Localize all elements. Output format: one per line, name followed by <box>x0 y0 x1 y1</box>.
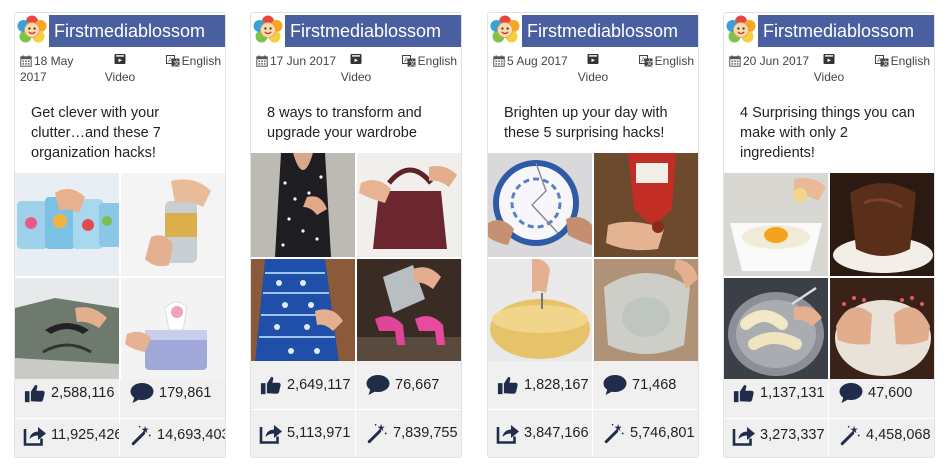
comments-stat: 179,861 <box>129 371 225 415</box>
comment-icon <box>838 382 864 404</box>
thumbnail-grid[interactable] <box>251 153 461 363</box>
language: English <box>639 53 694 69</box>
video-card[interactable]: Firstmediablossom 18 May 2017 Video Engl… <box>14 12 226 458</box>
thumbnail-grid[interactable] <box>15 173 225 381</box>
card-meta: 17 Jun 2017 Video English <box>251 49 461 97</box>
shares-stat: 11,925,426 <box>23 413 119 457</box>
video-icon <box>350 53 362 65</box>
stats-panel: 1,828,167 71,468 3,847,166 5,746,801 <box>488 361 698 457</box>
thumbnail-broken-plate <box>488 153 592 257</box>
stats-divider <box>488 409 698 410</box>
thumbnail-hangers <box>15 278 119 381</box>
card-header: Firstmediablossom <box>251 13 461 47</box>
like-icon <box>259 374 283 396</box>
brand-name[interactable]: Firstmediablossom <box>285 15 461 47</box>
comments-stat: 47,600 <box>838 371 934 415</box>
thumbnail-ziplock-bags <box>15 173 119 276</box>
engagement-stat: 5,746,801 <box>602 411 698 455</box>
video-card[interactable]: Firstmediablossom 20 Jun 2017 Video Engl… <box>723 12 935 458</box>
stats-panel: 1,137,131 47,600 3,273,337 4,458,068 <box>724 379 934 457</box>
share-icon <box>259 422 283 444</box>
stats-panel: 2,588,116 179,861 11,925,426 14,693,403 <box>15 379 225 457</box>
card-meta: 20 Jun 2017 Video English <box>724 49 934 97</box>
video-card[interactable]: Firstmediablossom 5 Aug 2017 Video Engli… <box>487 12 699 458</box>
comment-icon <box>365 374 391 396</box>
flower-logo-icon <box>726 15 756 45</box>
card-header: Firstmediablossom <box>724 13 934 47</box>
card-meta: 5 Aug 2017 Video English <box>488 49 698 97</box>
shares-stat: 5,113,971 <box>259 411 357 455</box>
thumbnail-blue-pants <box>251 259 355 363</box>
brand-name[interactable]: Firstmediablossom <box>522 15 698 47</box>
thumbnail-grid[interactable] <box>488 153 698 363</box>
thumbnail-chocolate-mousse <box>830 173 934 276</box>
like-icon <box>23 382 47 404</box>
language-icon <box>875 55 889 67</box>
post-caption: 8 ways to transform and upgrade your war… <box>267 105 422 141</box>
likes-stat: 2,649,117 <box>259 363 357 407</box>
thumbnail-leather-bag <box>357 153 461 257</box>
comment-icon <box>602 374 628 396</box>
video-icon <box>823 53 835 65</box>
magic-wand-icon <box>129 424 153 446</box>
post-caption: 4 Surprising things you can make with on… <box>740 105 915 161</box>
stats-panel: 2,649,117 76,667 5,113,971 7,839,755 <box>251 361 461 457</box>
language-icon <box>639 55 653 67</box>
card-header: Firstmediablossom <box>15 13 225 47</box>
likes-stat: 1,137,131 <box>732 371 830 415</box>
thumbnail-ketchup <box>594 153 698 257</box>
magic-wand-icon <box>365 422 389 444</box>
thumbnail-bananas-bowl <box>724 278 828 381</box>
thumbnail-glass-bowl <box>488 259 592 363</box>
shares-stat: 3,847,166 <box>496 411 594 455</box>
thumbnail-soda-can <box>121 173 225 276</box>
brand-name[interactable]: Firstmediablossom <box>758 15 934 47</box>
flower-logo-icon <box>490 15 520 45</box>
comment-icon <box>129 382 155 404</box>
thumbnail-grid[interactable] <box>724 173 934 381</box>
video-icon <box>587 53 599 65</box>
like-icon <box>496 374 520 396</box>
engagement-stat: 4,458,068 <box>838 413 934 457</box>
flower-logo-icon <box>253 15 283 45</box>
thumbnail-plastic-bottle <box>594 259 698 363</box>
language: English <box>402 53 457 69</box>
stats-divider <box>251 409 461 410</box>
card-header: Firstmediablossom <box>488 13 698 47</box>
comments-stat: 76,667 <box>365 363 461 407</box>
thumbnail-pink-heels <box>357 259 461 363</box>
like-icon <box>732 382 756 404</box>
brand-name[interactable]: Firstmediablossom <box>49 15 225 47</box>
shares-stat: 3,273,337 <box>732 413 830 457</box>
video-card[interactable]: Firstmediablossom 17 Jun 2017 Video Engl… <box>250 12 462 458</box>
engagement-stat: 14,693,403 <box>129 413 225 457</box>
likes-stat: 1,828,167 <box>496 363 594 407</box>
thumbnail-polka-dress <box>251 153 355 257</box>
post-caption: Get clever with your clutter…and these 7… <box>31 105 161 161</box>
share-icon <box>496 422 520 444</box>
likes-stat: 2,588,116 <box>23 371 119 415</box>
share-icon <box>23 424 47 446</box>
post-caption: Brighten up your day with these 5 surpri… <box>504 105 668 141</box>
share-icon <box>732 424 756 446</box>
magic-wand-icon <box>602 422 626 444</box>
engagement-stat: 7,839,755 <box>365 411 461 455</box>
magic-wand-icon <box>838 424 862 446</box>
language-icon <box>402 55 416 67</box>
thumbnail-egg-yolk <box>724 173 828 276</box>
thumbnail-wipes-box <box>121 278 225 381</box>
language-icon <box>166 55 180 67</box>
language: English <box>166 53 221 69</box>
card-meta: 18 May 2017 Video English <box>15 49 225 97</box>
comments-stat: 71,468 <box>602 363 698 407</box>
flower-logo-icon <box>17 15 47 45</box>
video-icon <box>114 53 126 65</box>
thumbnail-dough-hands <box>830 278 934 381</box>
language: English <box>875 53 930 69</box>
